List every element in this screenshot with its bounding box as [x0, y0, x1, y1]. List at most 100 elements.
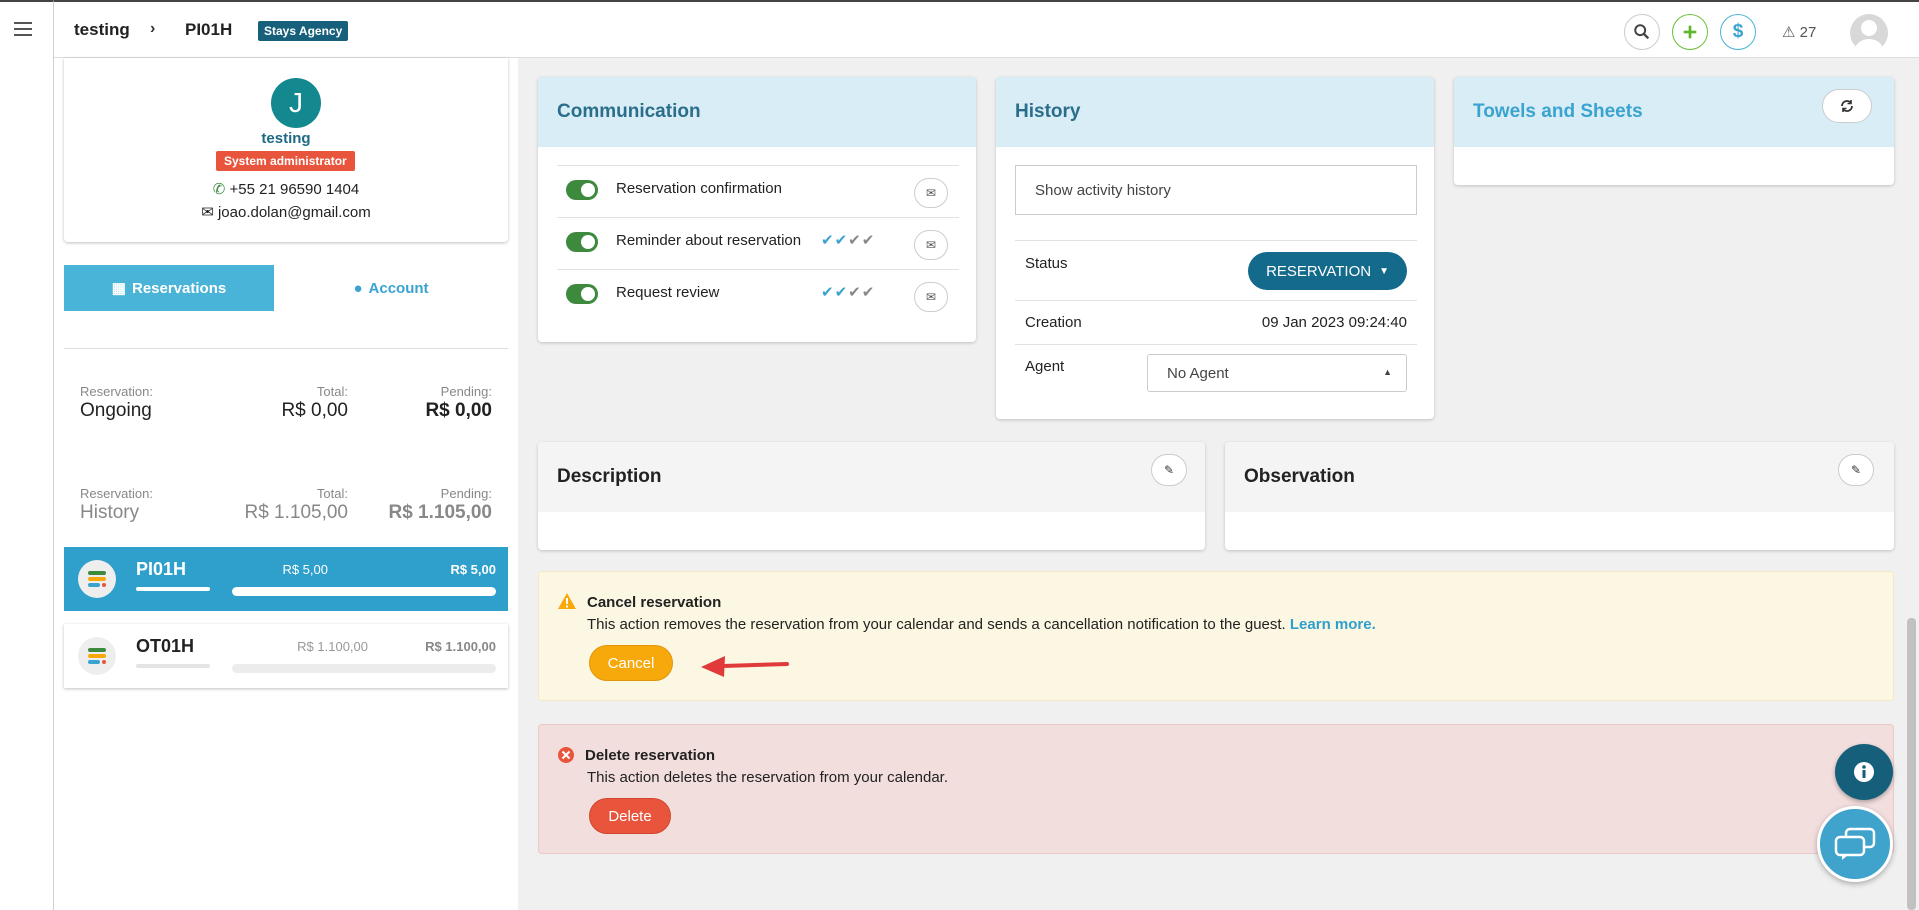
left-rail: [0, 0, 54, 910]
menu-icon[interactable]: [14, 22, 32, 40]
send-email-button[interactable]: ✉: [914, 178, 948, 208]
guest-panel: J testing System administrator ✆ +55 21 …: [54, 58, 518, 910]
delete-reservation-box: Delete reservation This action deletes t…: [538, 724, 1894, 854]
summary-value: History: [80, 502, 140, 523]
phone-line: ✆ +55 21 96590 1404: [64, 180, 508, 198]
dollar-icon: $: [1732, 21, 1744, 42]
total-label: Total:: [316, 486, 348, 501]
total-value: R$ 1.105,00: [244, 502, 348, 523]
delete-button[interactable]: Delete: [589, 798, 671, 834]
reminder-toggle[interactable]: [566, 232, 598, 252]
cancel-text: This action removes the reservation from…: [587, 616, 1376, 633]
pencil-icon: ✎: [1163, 463, 1175, 477]
observation-title: Observation: [1244, 466, 1355, 487]
envelope-icon: ✉: [925, 186, 937, 200]
description-card: Description ✎: [538, 442, 1205, 550]
reservation-pending: R$ 5,00: [450, 562, 496, 577]
plus-icon: [1683, 25, 1697, 39]
edit-description-button[interactable]: ✎: [1151, 454, 1187, 486]
refresh-icon: [1841, 100, 1853, 112]
pending-value: R$ 1.105,00: [388, 502, 492, 523]
reservation-code: OT01H: [136, 636, 195, 656]
tab-account-label: Account: [368, 279, 429, 297]
description-title: Description: [557, 466, 662, 487]
reservation-item[interactable]: PI01H R$ 5,00 R$ 5,00: [64, 547, 508, 611]
caret-up-icon: ▲: [1383, 367, 1392, 377]
cancel-button[interactable]: Cancel: [589, 645, 673, 681]
user-avatar[interactable]: [1850, 14, 1888, 52]
cancel-description: This action removes the reservation from…: [587, 616, 1286, 633]
send-email-button[interactable]: ✉: [914, 282, 948, 312]
review-toggle[interactable]: [566, 284, 598, 304]
total-value: R$ 0,00: [281, 400, 348, 421]
card-header: Observation ✎: [1225, 442, 1894, 512]
learn-more-link[interactable]: Learn more.: [1290, 616, 1376, 633]
search-button[interactable]: [1624, 14, 1660, 50]
payment-progress: [232, 587, 496, 596]
edit-observation-button[interactable]: ✎: [1838, 454, 1874, 486]
calendar-icon: ▦: [111, 280, 126, 297]
email-line: ✉ joao.dolan@gmail.com: [64, 203, 508, 221]
card-header: Communication: [538, 77, 976, 147]
creation-row: Creation 09 Jan 2023 09:24:40: [1015, 300, 1417, 344]
pending-label: Pending:: [440, 384, 492, 399]
guest-name[interactable]: testing: [64, 130, 508, 147]
divider: [64, 348, 508, 349]
payment-progress: [232, 664, 496, 673]
info-icon: [1854, 762, 1874, 782]
caret-down-icon: ▼: [1379, 265, 1389, 277]
status-dropdown[interactable]: RESERVATION ▼: [1248, 252, 1407, 290]
breadcrumb-account[interactable]: testing: [74, 20, 130, 40]
show-activity-history-button[interactable]: Show activity history: [1015, 165, 1417, 215]
delete-text: This action deletes the reservation from…: [587, 769, 949, 786]
finance-button[interactable]: $: [1720, 14, 1756, 50]
user-icon: ●: [353, 279, 363, 297]
tab-account[interactable]: ● Account: [274, 265, 508, 311]
agent-select[interactable]: No Agent ▲: [1147, 354, 1407, 392]
creation-label: Creation: [1025, 314, 1082, 331]
code-underline: [136, 664, 210, 668]
total-label: Total:: [316, 384, 348, 399]
info-button[interactable]: [1835, 744, 1893, 800]
add-button[interactable]: [1672, 14, 1708, 50]
comm-row-confirmation: Reservation confirmation ✉: [557, 165, 959, 217]
agency-badge: Stays Agency: [258, 21, 349, 41]
error-icon: [558, 747, 574, 763]
delivery-checks: ✔✔✔✔: [821, 232, 876, 249]
profile-card: J testing System administrator ✆ +55 21 …: [64, 58, 508, 242]
card-header: Towels and Sheets: [1454, 77, 1894, 147]
comm-row-reminder: Reminder about reservation ✔✔✔✔ ✉: [557, 217, 959, 269]
status-value: RESERVATION: [1266, 262, 1372, 280]
reservation-total: R$ 5,00: [282, 562, 328, 577]
envelope-icon: ✉: [925, 290, 937, 304]
warning-icon: [558, 593, 576, 609]
refresh-button[interactable]: [1822, 89, 1872, 123]
cancel-reservation-box: Cancel reservation This action removes t…: [538, 571, 1894, 701]
chevron-right-icon: ›: [150, 20, 156, 37]
pencil-icon: ✎: [1850, 463, 1862, 477]
phone-number[interactable]: +55 21 96590 1404: [230, 181, 360, 198]
cancel-title: Cancel reservation: [587, 594, 722, 611]
send-email-button[interactable]: ✉: [914, 230, 948, 260]
status-label: Status: [1025, 255, 1068, 272]
comm-row-review: Request review ✔✔✔✔ ✉: [557, 269, 959, 321]
towels-title: Towels and Sheets: [1473, 101, 1643, 122]
scrollbar[interactable]: [1904, 58, 1919, 910]
reservation-item[interactable]: OT01H R$ 1.100,00 R$ 1.100,00: [64, 624, 508, 688]
pending-label: Pending:: [440, 486, 492, 501]
scrollbar-thumb[interactable]: [1907, 618, 1916, 910]
confirmation-toggle[interactable]: [566, 180, 598, 200]
delivery-checks: ✔✔✔✔: [821, 284, 876, 301]
delete-title: Delete reservation: [585, 747, 716, 764]
alerts-indicator[interactable]: ⚠ 27: [1782, 23, 1816, 41]
chat-icon: [1834, 827, 1876, 860]
history-title: History: [1015, 101, 1081, 122]
agent-row: Agent No Agent ▲: [1015, 344, 1417, 404]
breadcrumb-reservation: PI01H: [185, 20, 233, 39]
top-bar: testing › PI01H Stays Agency $ ⚠ 27: [54, 0, 1919, 58]
summary-value: Ongoing: [80, 400, 152, 421]
comm-label: Request review: [616, 284, 720, 301]
tab-reservations[interactable]: ▦ Reservations: [64, 265, 274, 311]
chat-button[interactable]: [1817, 806, 1893, 882]
email-address[interactable]: joao.dolan@gmail.com: [218, 204, 371, 221]
